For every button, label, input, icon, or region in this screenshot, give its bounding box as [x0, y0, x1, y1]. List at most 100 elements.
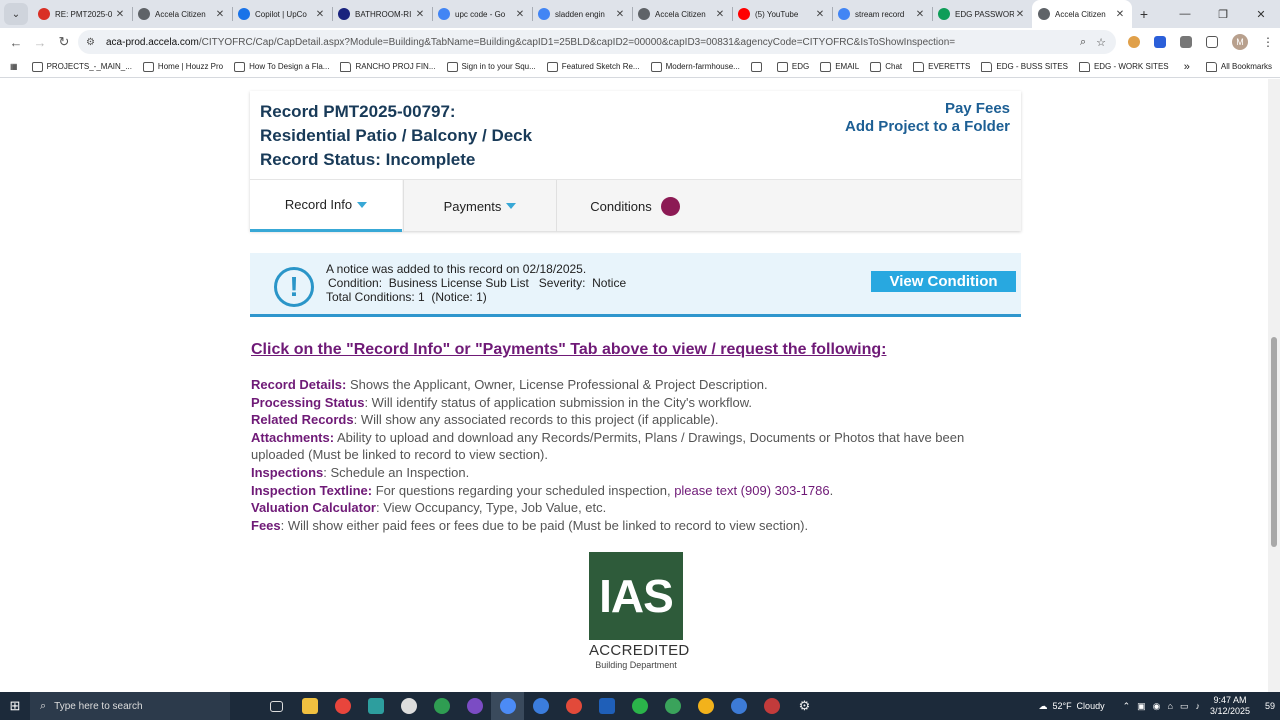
apps-grid-icon[interactable]: ▦: [10, 62, 18, 71]
calculator-app-icon[interactable]: [359, 692, 392, 720]
browser-tab[interactable]: RE: PMT2025-0 ✕: [32, 0, 132, 28]
close-tab-icon[interactable]: ✕: [814, 9, 826, 20]
browser-tab[interactable]: Copilot | UpCo ✕: [232, 0, 332, 28]
extension-icon[interactable]: [1180, 36, 1192, 48]
bookmark-icon: [870, 61, 882, 72]
close-tab-icon[interactable]: ✕: [914, 9, 926, 20]
web-page: Record PMT2025-00797: Residential Patio …: [0, 79, 1280, 692]
close-tab-icon[interactable]: ✕: [514, 9, 526, 20]
bookmark-item[interactable]: Home | Houzz Pro: [142, 61, 223, 72]
all-bookmarks-button[interactable]: All Bookmarks: [1205, 61, 1272, 72]
notice-text: A notice was added to this record on 02/…: [326, 262, 626, 304]
browser-menu-icon[interactable]: ⋮: [1262, 36, 1274, 48]
bookmark-item[interactable]: [750, 61, 766, 72]
browser-tab[interactable]: Accela Citizen ✕: [1032, 0, 1132, 28]
bookmark-star-icon[interactable]: ☆: [1096, 36, 1106, 49]
site-info-icon[interactable]: ⚙: [86, 37, 100, 48]
zoom-icon[interactable]: ⌕: [1080, 36, 1086, 49]
taskbar-search-placeholder: Type here to search: [54, 700, 143, 712]
chrome-icon[interactable]: [689, 692, 722, 720]
chrome-profile-icon[interactable]: [425, 692, 458, 720]
chevron-up-icon[interactable]: ⌃: [1123, 701, 1131, 712]
taskbar-search[interactable]: ⌕ Type here to search: [30, 692, 230, 720]
browser-tab[interactable]: stream record ✕: [832, 0, 932, 28]
remote-desktop-icon[interactable]: [590, 692, 623, 720]
chrome-active-icon[interactable]: [491, 692, 524, 720]
battery-icon[interactable]: ▭: [1180, 701, 1189, 712]
tab-conditions[interactable]: Conditions: [558, 180, 712, 232]
close-tab-icon[interactable]: ✕: [714, 9, 726, 20]
view-condition-button[interactable]: View Condition: [871, 271, 1016, 292]
extensions-puzzle-icon[interactable]: [1206, 36, 1218, 48]
close-tab-icon[interactable]: ✕: [314, 9, 326, 20]
close-tab-icon[interactable]: ✕: [614, 9, 626, 20]
bookmark-item[interactable]: RANCHO PROJ FIN...: [340, 61, 436, 72]
windows-start-icon[interactable]: ⊞: [0, 692, 30, 720]
chrome-profile-icon[interactable]: [458, 692, 491, 720]
bookmark-item[interactable]: EVERETTS: [913, 61, 970, 72]
url-text[interactable]: aca-prod.accela.com/CITYOFRC/Cap/CapDeta…: [106, 37, 1080, 48]
close-tab-icon[interactable]: ✕: [114, 9, 126, 20]
bookmarks-more-icon[interactable]: »: [1184, 61, 1190, 73]
weather-widget[interactable]: ☁ 52°F Cloudy: [1038, 701, 1104, 712]
reload-icon[interactable]: ↻: [52, 30, 76, 54]
bookmark-item[interactable]: Chat: [870, 61, 902, 72]
app-icon[interactable]: [755, 692, 788, 720]
tray-app-icon[interactable]: ◉: [1153, 701, 1161, 712]
chrome-icon[interactable]: [326, 692, 359, 720]
network-icon[interactable]: ⌂: [1168, 701, 1173, 712]
bookmark-item[interactable]: Modern-farmhouse...: [650, 61, 740, 72]
browser-tab[interactable]: Accela Citizen ✕: [632, 0, 732, 28]
browser-tab[interactable]: Accela Citizen ✕: [132, 0, 232, 28]
bookmark-item[interactable]: EDG - WORK SITES: [1078, 61, 1169, 72]
pay-fees-link[interactable]: Pay Fees: [845, 100, 1010, 118]
new-tab-button[interactable]: +: [1132, 6, 1156, 22]
add-project-to-folder-link[interactable]: Add Project to a Folder: [845, 118, 1010, 136]
browser-tab[interactable]: BATHROOM-RI ✕: [332, 0, 432, 28]
restore-button[interactable]: ❐: [1204, 0, 1242, 28]
tab-record-info[interactable]: Record Info: [250, 180, 402, 232]
profile-avatar[interactable]: M: [1232, 34, 1248, 50]
minimize-button[interactable]: —: [1166, 0, 1204, 28]
app-icon[interactable]: [722, 692, 755, 720]
tab-search-button[interactable]: ⌄: [4, 3, 28, 25]
app-icon[interactable]: [392, 692, 425, 720]
info-item-label: Inspection Textline:: [251, 482, 373, 498]
bookmark-icon: [650, 61, 662, 72]
extension-icon[interactable]: [1128, 36, 1140, 48]
back-icon[interactable]: ←: [4, 30, 28, 54]
bookmark-item[interactable]: How To Design a Fla...: [234, 61, 329, 72]
close-tab-icon[interactable]: ✕: [1014, 9, 1026, 20]
file-explorer-icon[interactable]: [293, 692, 326, 720]
close-tab-icon[interactable]: ✕: [1114, 9, 1126, 20]
chrome-profile-icon[interactable]: [557, 692, 590, 720]
close-window-button[interactable]: ✕: [1242, 0, 1280, 28]
browser-tab[interactable]: sladden engin ✕: [532, 0, 632, 28]
close-tab-icon[interactable]: ✕: [214, 9, 226, 20]
bookmark-item[interactable]: EDG: [776, 61, 809, 72]
browser-tab[interactable]: (5) YouTube ✕: [732, 0, 832, 28]
notification-icon[interactable]: 59: [1260, 701, 1280, 711]
scrollbar-thumb[interactable]: [1271, 337, 1277, 547]
close-tab-icon[interactable]: ✕: [414, 9, 426, 20]
extension-icon[interactable]: [1154, 36, 1166, 48]
forward-icon[interactable]: →: [28, 30, 52, 54]
browser-tab[interactable]: EDG PASSWOR ✕: [932, 0, 1032, 28]
bookmark-item[interactable]: Sign in to your Squ...: [446, 61, 536, 72]
tray-app-icon[interactable]: ▣: [1137, 701, 1146, 712]
app-icon[interactable]: [524, 692, 557, 720]
page-scrollbar[interactable]: [1268, 79, 1280, 692]
chrome-profile-icon[interactable]: [656, 692, 689, 720]
volume-icon[interactable]: ♪: [1195, 701, 1200, 712]
clock[interactable]: 9:47 AM 3/12/2025: [1210, 695, 1250, 717]
tab-payments[interactable]: Payments: [403, 180, 557, 232]
whatsapp-icon[interactable]: [623, 692, 656, 720]
bookmark-item[interactable]: EDG - BUSS SITES: [981, 61, 1068, 72]
bookmark-item[interactable]: Featured Sketch Re...: [546, 61, 640, 72]
task-view-icon[interactable]: [260, 692, 293, 720]
bookmark-item[interactable]: EMAIL: [820, 61, 859, 72]
browser-tab[interactable]: upc code - Go ✕: [432, 0, 532, 28]
bookmark-item[interactable]: PROJECTS_-_MAIN_...: [31, 61, 132, 72]
settings-gear-icon[interactable]: ⚙: [788, 692, 821, 720]
address-bar[interactable]: ⚙ aca-prod.accela.com/CITYOFRC/Cap/CapDe…: [78, 30, 1116, 54]
